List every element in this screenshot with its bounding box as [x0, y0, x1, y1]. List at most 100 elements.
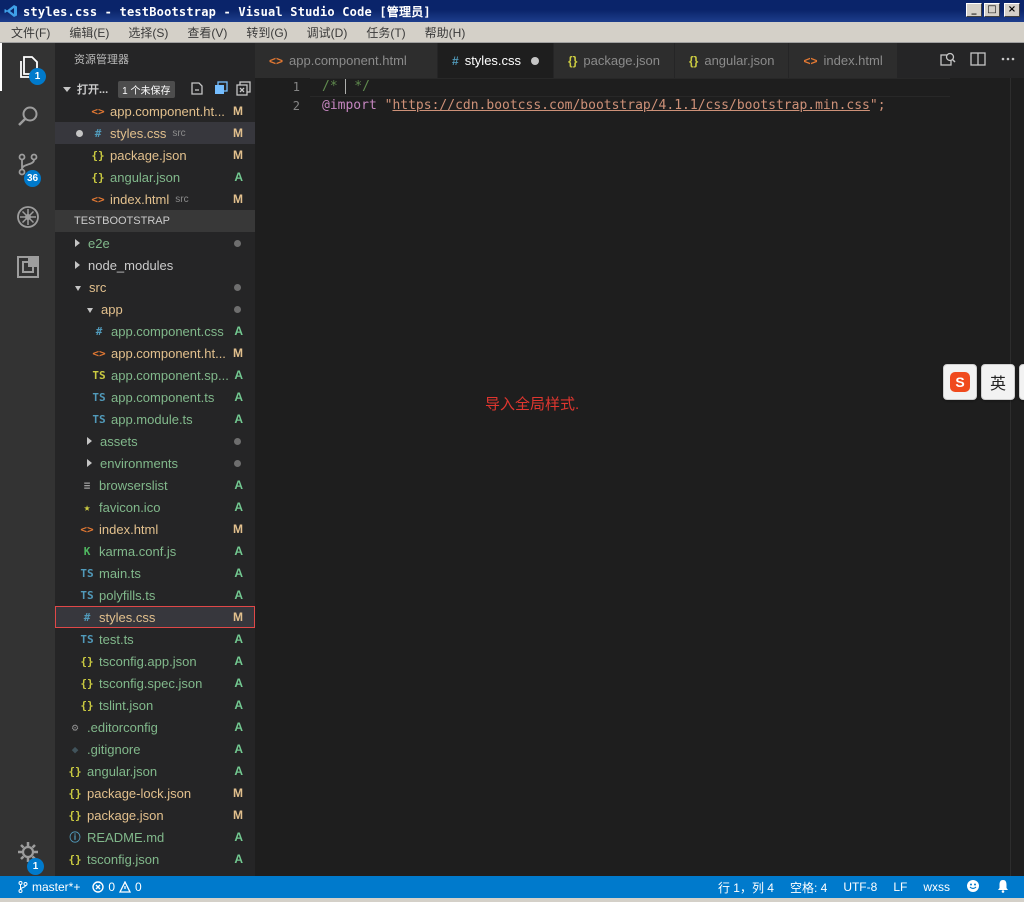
tree-file-item[interactable]: # app.component.css A	[55, 320, 255, 342]
activity-explorer[interactable]: 1	[0, 43, 55, 91]
more-actions-icon[interactable]	[1000, 51, 1016, 70]
activity-debug[interactable]	[0, 193, 55, 241]
open-editors-header[interactable]: 打开... 1 个未保存	[55, 78, 255, 100]
chevron-right-icon[interactable]	[87, 437, 92, 445]
tab-index-html[interactable]: <> index.html	[789, 43, 898, 78]
tree-file-item[interactable]: # styles.css M	[55, 606, 255, 628]
tree-file-item[interactable]: ★ favicon.ico A	[55, 496, 255, 518]
tab-package-json[interactable]: {} package.json	[554, 43, 675, 78]
indentation[interactable]: 空格: 4	[790, 879, 827, 896]
tree-file-item[interactable]: {} tsconfig.json A	[55, 848, 255, 870]
minimize-button[interactable]: _	[966, 3, 982, 17]
file-type-icon: {}	[689, 53, 699, 68]
activity-search[interactable]	[0, 93, 55, 141]
close-all-icon[interactable]	[236, 81, 251, 96]
chevron-right-icon[interactable]	[75, 239, 80, 247]
maximize-button[interactable]: □	[984, 3, 1000, 17]
open-changes-icon[interactable]	[940, 51, 956, 70]
tree-file-item[interactable]: TS polyfills.ts A	[55, 584, 255, 606]
changes-dot-icon	[234, 240, 241, 247]
tree-folder-item[interactable]: e2e	[55, 232, 255, 254]
problems-status[interactable]: 0 0	[92, 880, 142, 894]
tree-file-item[interactable]: TS app.component.sp... A	[55, 364, 255, 386]
new-untitled-file-icon[interactable]	[190, 81, 205, 96]
tree-file-item[interactable]: {} package.json M	[55, 804, 255, 826]
chevron-right-icon[interactable]	[87, 459, 92, 467]
file-type-icon: K	[83, 544, 91, 558]
menu-help[interactable]: 帮助(H)	[414, 24, 474, 41]
file-name: polyfills.ts	[99, 587, 156, 603]
split-editor-icon[interactable]	[970, 51, 986, 70]
open-editor-item[interactable]: # styles.css src M	[55, 122, 255, 144]
unsaved-dot-icon[interactable]	[76, 130, 83, 137]
activity-source-control[interactable]: 36	[0, 141, 55, 189]
file-type-icon: ⓘ	[69, 831, 81, 844]
chevron-down-icon[interactable]	[87, 307, 93, 313]
feedback-smiley-icon[interactable]	[966, 879, 980, 896]
git-status: A	[234, 676, 243, 690]
tree-folder-item[interactable]: node_modules	[55, 254, 255, 276]
tree-file-item[interactable]: TS main.ts A	[55, 562, 255, 584]
menu-view[interactable]: 查看(V)	[176, 24, 235, 41]
tree-file-item[interactable]: Kkarma.conf.js A	[55, 540, 255, 562]
menu-debug[interactable]: 调试(D)	[296, 24, 356, 41]
tab-angular-json[interactable]: {} angular.json	[675, 43, 790, 78]
tree-file-item[interactable]: {} tsconfig.app.json A	[55, 650, 255, 672]
tree-file-item[interactable]: TS app.module.ts A	[55, 408, 255, 430]
tree-folder-item[interactable]: environments	[55, 452, 255, 474]
menu-file[interactable]: 文件(F)	[0, 24, 58, 41]
encoding[interactable]: UTF-8	[843, 880, 877, 894]
tab-app-component-html[interactable]: <> app.component.html	[255, 43, 438, 78]
chevron-right-icon[interactable]	[75, 261, 80, 269]
git-status: M	[233, 192, 243, 206]
tree-file-item[interactable]: ⚙ .editorconfig A	[55, 716, 255, 738]
menu-selection[interactable]: 选择(S)	[117, 24, 176, 41]
editor-scrollbar[interactable]	[1010, 78, 1024, 876]
tree-folder-item[interactable]: assets	[55, 430, 255, 452]
save-all-icon[interactable]	[213, 81, 228, 96]
code-editor[interactable]: 1 2 /* */ @import "https://cdn.bootcss.c…	[255, 78, 1024, 876]
activity-settings[interactable]: 1	[0, 828, 55, 876]
tree-file-item[interactable]: ≡ browserslist A	[55, 474, 255, 496]
chevron-down-icon[interactable]	[75, 285, 81, 291]
tree-folder-item[interactable]: src	[55, 276, 255, 298]
tree-file-item[interactable]: <> index.html M	[55, 518, 255, 540]
tree-file-item[interactable]: TS test.ts A	[55, 628, 255, 650]
menu-go[interactable]: 转到(G)	[235, 24, 295, 41]
comment-open: /*	[322, 79, 346, 94]
file-name: tslint.json	[99, 697, 154, 713]
ime-mode-button[interactable]: 英	[981, 364, 1015, 400]
git-status: A	[234, 742, 243, 756]
menu-edit[interactable]: 编辑(E)	[58, 24, 117, 41]
branch-status[interactable]: master*+	[18, 880, 80, 894]
open-editor-item[interactable]: {} angular.json A	[55, 166, 255, 188]
tree-file-item[interactable]: {} package-lock.json M	[55, 782, 255, 804]
tab-styles-css[interactable]: # styles.css	[438, 43, 555, 78]
ime-more-button[interactable]	[1019, 364, 1024, 400]
warning-icon	[119, 881, 132, 893]
tab-label: package.json	[583, 53, 660, 68]
open-editor-item[interactable]: <> app.component.ht... M	[55, 100, 255, 122]
changes-dot-icon	[234, 438, 241, 445]
tree-file-item[interactable]: {} angular.json A	[55, 760, 255, 782]
notification-bell-icon[interactable]	[996, 879, 1010, 896]
language-mode[interactable]: wxss	[923, 880, 950, 894]
menu-tasks[interactable]: 任务(T)	[355, 24, 413, 41]
cursor-position[interactable]: 行 1，列 4	[718, 879, 774, 896]
ime-logo-button[interactable]: S	[943, 364, 977, 400]
end-of-line[interactable]: LF	[893, 880, 907, 894]
tree-file-item[interactable]: ⓘ README.md A	[55, 826, 255, 848]
import-url-link[interactable]: https://cdn.bootcss.com/bootstrap/4.1.1/…	[392, 98, 869, 113]
tree-file-item[interactable]: {} tslint.json A	[55, 694, 255, 716]
project-header[interactable]: TESTBOOTSTRAP	[55, 210, 255, 232]
open-editor-item[interactable]: <> index.html src M	[55, 188, 255, 210]
close-button[interactable]: ×	[1004, 3, 1020, 17]
tree-file-item[interactable]: ◆ .gitignore A	[55, 738, 255, 760]
unsaved-dot-icon[interactable]	[531, 56, 540, 65]
open-editor-item[interactable]: {} package.json M	[55, 144, 255, 166]
activity-extensions[interactable]	[0, 243, 55, 291]
tree-file-item[interactable]: TS app.component.ts A	[55, 386, 255, 408]
tree-folder-item[interactable]: app	[55, 298, 255, 320]
tree-file-item[interactable]: {} tsconfig.spec.json A	[55, 672, 255, 694]
tree-file-item[interactable]: <> app.component.ht... M	[55, 342, 255, 364]
